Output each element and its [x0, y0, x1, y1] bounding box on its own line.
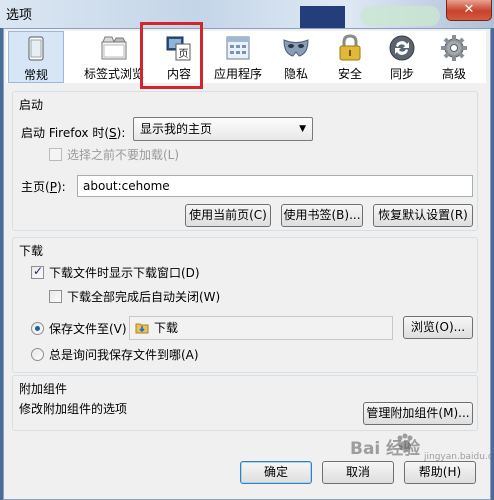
dont-load-tabs-checkbox[interactable]	[49, 148, 62, 161]
tab-label: 应用程序	[213, 67, 262, 81]
startup-label-text: 启动 Firefox 时(	[21, 126, 110, 140]
title-bar: 选项 ✕	[0, 0, 494, 28]
homepage-label-suffix: ):	[56, 180, 66, 194]
startup-label-accesskey: S	[109, 126, 117, 140]
save-to-radio[interactable]	[31, 322, 44, 335]
chevron-down-icon: ▼	[299, 124, 306, 134]
window-icon	[28, 36, 44, 61]
show-downloads-window-checkbox[interactable]: ✓	[31, 264, 44, 279]
restore-default-button[interactable]: 恢复默认设置(R)	[373, 204, 473, 227]
startup-group: 启动 启动 Firefox 时(S): 显示我的主页 ▼ 选择之前不要加载(L)…	[12, 91, 478, 231]
homepage-input[interactable]: about:cehome	[77, 175, 473, 197]
radio-selected-dot	[35, 326, 40, 331]
homepage-label-accesskey: P	[49, 180, 57, 194]
tab-applications[interactable]: 应用程序	[208, 31, 268, 83]
paw-logo-icon	[397, 433, 413, 451]
tab-label: 同步	[389, 67, 414, 81]
cancel-button[interactable]: 取消	[322, 461, 394, 484]
tab-general[interactable]: 常规	[8, 31, 64, 83]
addons-description: 修改附加组件的选项	[19, 402, 128, 416]
tab-advanced[interactable]: 高级	[432, 31, 476, 83]
use-bookmark-button[interactable]: 使用书签(B)...	[281, 204, 363, 227]
tab-privacy[interactable]: 隐私	[274, 31, 318, 83]
tab-label: 高级	[441, 67, 466, 81]
watermark-site: jingyan.baidu.com	[424, 452, 494, 462]
padlock-icon	[339, 34, 361, 61]
tabs-icon	[101, 36, 127, 60]
startup-label: 启动 Firefox 时(S):	[21, 124, 125, 141]
tab-sync[interactable]: 同步	[380, 31, 424, 83]
dont-load-tabs-label: 选择之前不要加载(L)	[67, 148, 180, 162]
save-to-label: 保存文件至(V)	[49, 322, 127, 336]
applications-icon	[226, 36, 250, 60]
help-button[interactable]: 帮助(H)	[404, 461, 476, 484]
startup-select[interactable]: 显示我的主页 ▼	[133, 117, 313, 141]
use-current-page-button[interactable]: 使用当前页(C)	[185, 204, 271, 227]
startup-select-value: 显示我的主页	[140, 122, 213, 136]
close-icon: ✕	[463, 2, 475, 17]
homepage-label: 主页(P):	[21, 178, 66, 195]
addons-group-title: 附加组件	[19, 382, 68, 396]
mask-icon	[283, 39, 309, 57]
tab-label: 常规	[23, 68, 48, 82]
startup-label-suffix: ):	[116, 126, 126, 140]
tab-label: 隐私	[283, 67, 308, 81]
close-button[interactable]: ✕	[446, 0, 492, 21]
homepage-input-value: about:cehome	[83, 179, 170, 193]
downloads-group: 下载 ✓ 下载文件时显示下载窗口(D) 下载全部完成后自动关闭(W) 保存文件至…	[12, 237, 478, 373]
close-when-done-checkbox[interactable]	[49, 290, 62, 303]
save-folder-name: 下载	[154, 321, 179, 335]
sync-icon	[389, 35, 415, 61]
download-folder-icon	[135, 323, 149, 334]
tab-security[interactable]: 安全	[328, 31, 372, 83]
browse-button[interactable]: 浏览(O)...	[403, 316, 473, 339]
tab-label: 安全	[337, 67, 362, 81]
homepage-label-text: 主页(	[21, 180, 50, 194]
always-ask-radio[interactable]	[31, 348, 44, 361]
options-dialog: 常规 标签式浏览 页 内容 应用程序 隐私 安全 同步 高级 启动 启动 Fir…	[3, 28, 491, 500]
show-downloads-window-label: 下载文件时显示下载窗口(D)	[49, 266, 200, 280]
checkmark-icon: ✓	[33, 264, 44, 278]
addons-group: 附加组件 修改附加组件的选项 管理附加组件(M)...	[12, 375, 478, 431]
save-folder-field: 下载	[129, 316, 393, 340]
highlight-box	[140, 22, 203, 89]
manage-addons-button[interactable]: 管理附加组件(M)...	[363, 402, 473, 425]
always-ask-label: 总是询问我保存文件到哪(A)	[49, 348, 199, 362]
gear-icon	[441, 35, 467, 61]
close-when-done-label: 下载全部完成后自动关闭(W)	[67, 290, 221, 304]
window-title: 选项	[6, 8, 33, 23]
downloads-group-title: 下载	[19, 244, 44, 258]
category-toolbar: 常规 标签式浏览 页 内容 应用程序 隐私 安全 同步 高级	[6, 31, 486, 83]
startup-group-title: 启动	[19, 98, 44, 112]
baidu-watermark: Bai 经验 jingyan.baidu.com	[350, 433, 494, 462]
ok-button[interactable]: 确定	[240, 461, 312, 484]
